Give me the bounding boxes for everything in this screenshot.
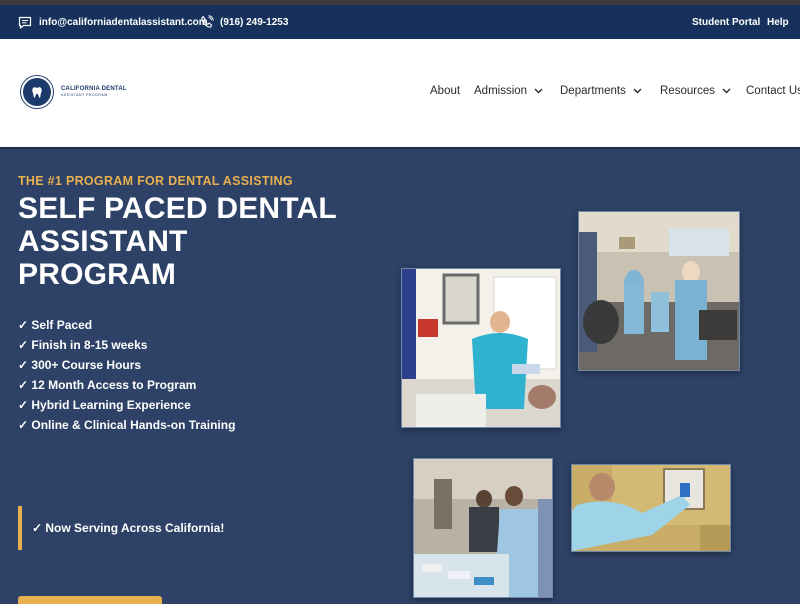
nav-item-resources[interactable]: Resources (660, 85, 731, 97)
feature-item: ✓ Finish in 8-15 weeks (18, 338, 148, 352)
feature-item: ✓ 12 Month Access to Program (18, 378, 197, 392)
chevron-down-icon (633, 85, 642, 97)
help-label: Help (767, 16, 789, 28)
chat-bubble-icon (18, 16, 32, 29)
logo-line-1: CALIFORNIA DENTAL (61, 86, 127, 93)
logo-wordmark: CALIFORNIA DENTAL ASSISTANT PROGRAM (61, 86, 127, 98)
cta-button[interactable] (18, 596, 162, 604)
nav-label-resources: Resources (660, 85, 715, 97)
phone-link[interactable]: (916) 249-1253 (200, 5, 288, 39)
nav-label-contact: Contact Us (746, 85, 800, 97)
help-link[interactable]: Help (767, 5, 789, 39)
email-link[interactable]: info@californiadentalassistant.com (18, 5, 208, 39)
chevron-down-icon (722, 85, 731, 97)
tooth-logo-icon (21, 76, 53, 108)
feature-item: ✓ 300+ Course Hours (18, 358, 142, 372)
main-navbar: CALIFORNIA DENTAL ASSISTANT PROGRAM Abou… (0, 39, 800, 149)
hero-headline: SELF PACED DENTAL ASSISTANT PROGRAM (18, 192, 398, 291)
logo-line-2: ASSISTANT PROGRAM (61, 93, 108, 98)
feature-list: ✓ Self Paced ✓ Finish in 8-15 weeks ✓ 30… (18, 315, 235, 435)
phone-icon (200, 15, 214, 29)
nav-label-departments: Departments (560, 85, 626, 97)
nav-label-admission: Admission (474, 85, 528, 97)
nav-item-departments[interactable]: Departments (560, 85, 642, 97)
photo-clinic-room (578, 211, 740, 371)
headline-line-3: PROGRAM (18, 258, 177, 291)
serving-callout: ✓ Now Serving Across California! (18, 506, 224, 550)
headline-line-1: SELF PACED DENTAL (18, 192, 337, 225)
site-logo[interactable]: CALIFORNIA DENTAL ASSISTANT PROGRAM (21, 76, 127, 108)
nav-label-about: About (430, 85, 461, 97)
chevron-down-icon (534, 85, 543, 97)
nav-item-about[interactable]: About (430, 85, 460, 97)
photo-assistant-patient (401, 268, 561, 428)
email-text: info@californiadentalassistant.com (39, 16, 208, 28)
student-portal-link[interactable]: Student Portal (692, 5, 760, 39)
feature-item: ✓ Online & Clinical Hands-on Training (18, 418, 236, 432)
student-portal-label: Student Portal (692, 16, 761, 28)
serving-text: ✓ Now Serving Across California! (32, 521, 225, 535)
nav-item-admission[interactable]: Admission (474, 85, 543, 97)
feature-item: ✓ Hybrid Learning Experience (18, 398, 191, 412)
headline-line-2: ASSISTANT (18, 225, 188, 258)
hero-section: THE #1 PROGRAM FOR DENTAL ASSISTING SELF… (0, 149, 800, 604)
contact-bar: info@californiadentalassistant.com (916)… (0, 5, 800, 39)
hero-tagline: THE #1 PROGRAM FOR DENTAL ASSISTING (18, 174, 293, 188)
photo-student-practice (571, 464, 731, 552)
nav-item-contact[interactable]: Contact Us (746, 85, 800, 97)
photo-students-table (413, 458, 553, 598)
phone-text: (916) 249-1253 (220, 16, 289, 28)
feature-item: ✓ Self Paced (18, 318, 93, 332)
